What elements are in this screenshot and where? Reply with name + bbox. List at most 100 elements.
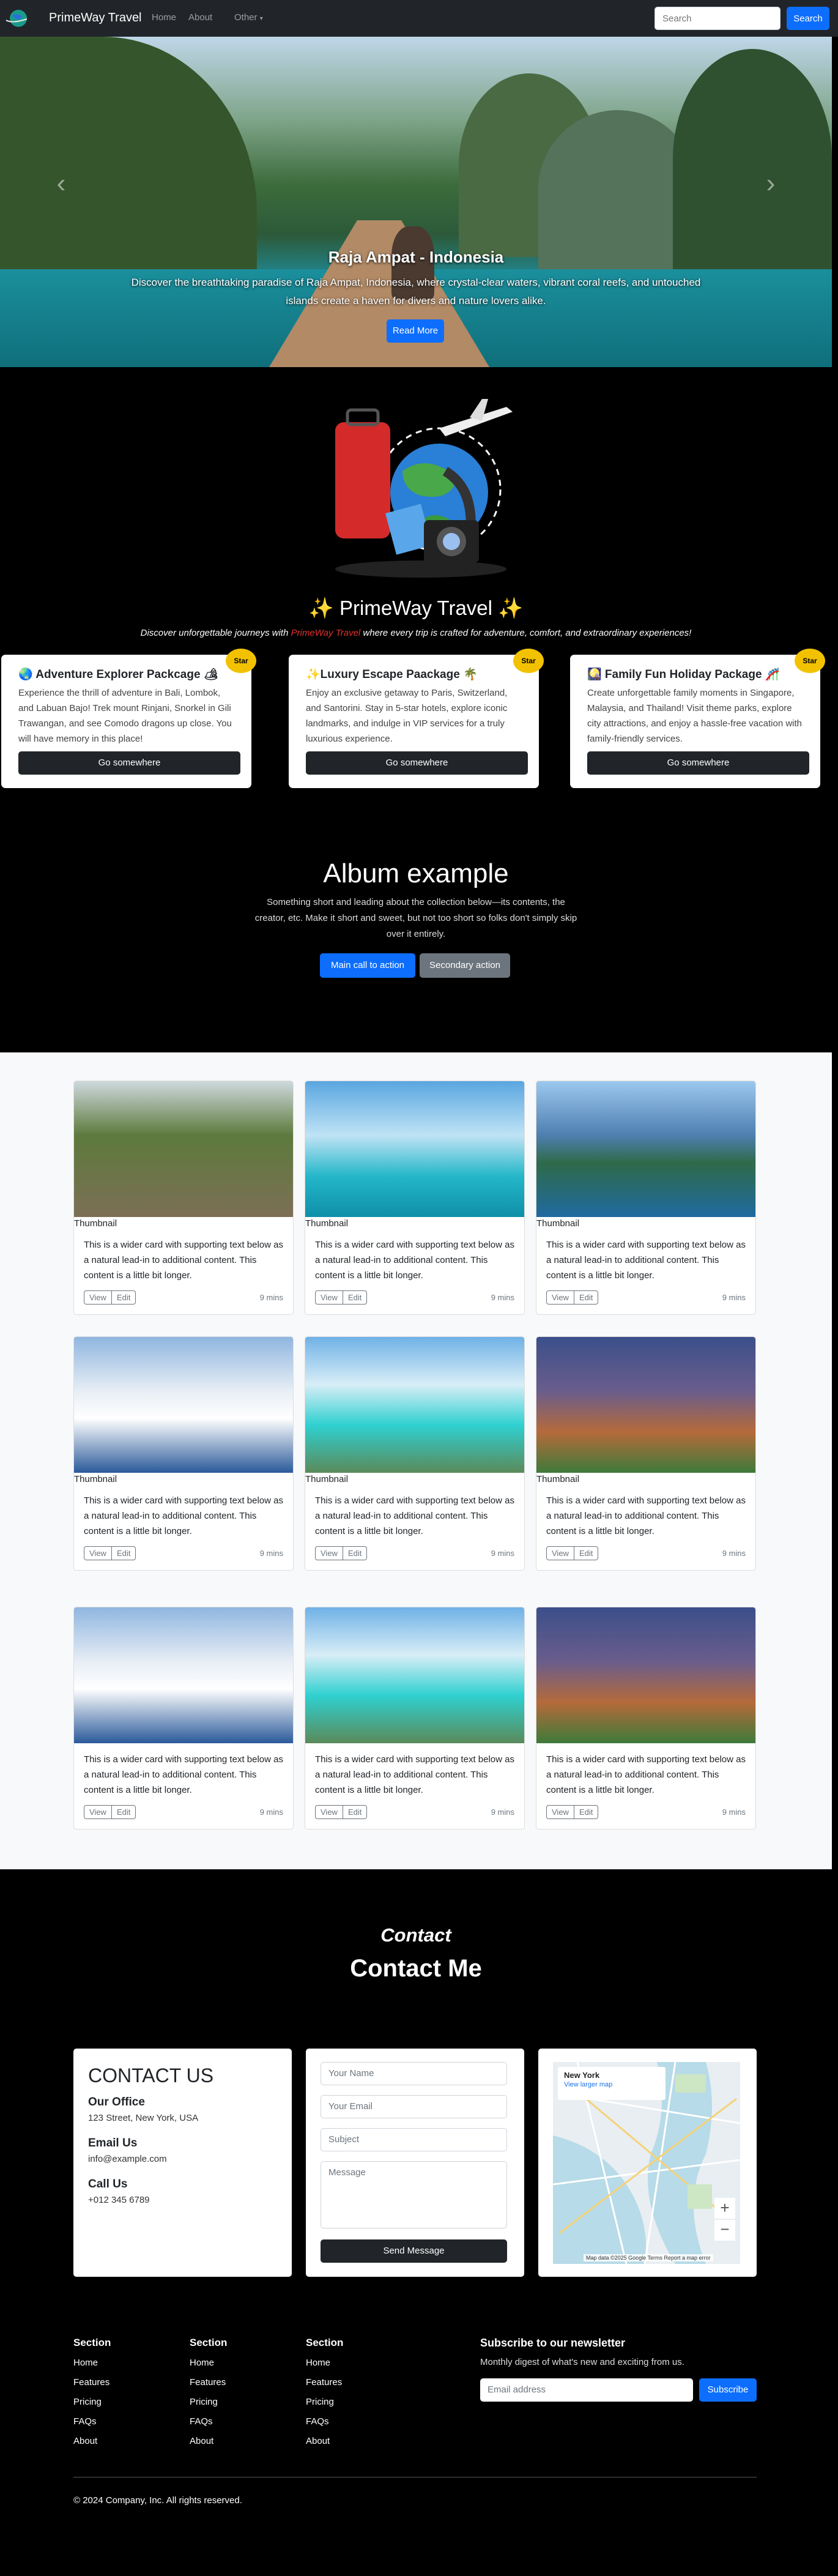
zoom-in-icon[interactable]: +: [714, 2198, 735, 2219]
map-embed[interactable]: New York View larger map + − Map data ©2…: [553, 2062, 740, 2264]
go-somewhere-button[interactable]: Go somewhere: [306, 751, 528, 775]
footer-link[interactable]: Pricing: [190, 2397, 218, 2407]
card-image: [305, 1337, 524, 1473]
view-button[interactable]: View: [546, 1805, 574, 1819]
package-card: Star 🌏 Adventure Explorer Packcage 🏕 Exp…: [1, 649, 256, 788]
album-card: This is a wider card with supporting tex…: [305, 1607, 525, 1830]
edit-button[interactable]: Edit: [111, 1805, 136, 1819]
album-card: Thumbnail This is a wider card with suppo…: [73, 1081, 294, 1315]
nav-home[interactable]: Home: [152, 12, 176, 23]
newsletter-text: Monthly digest of what's new and excitin…: [480, 2357, 684, 2367]
hero-carousel: ‹ › Raja Ampat - Indonesia Discover the …: [0, 37, 832, 367]
edit-button[interactable]: Edit: [111, 1546, 136, 1560]
globe-logo-icon[interactable]: [4, 8, 28, 29]
footer-link[interactable]: Home: [190, 2358, 214, 2368]
go-somewhere-button[interactable]: Go somewhere: [587, 751, 809, 775]
album-card: Thumbnail This is a wider card with suppo…: [536, 1336, 756, 1571]
subject-field[interactable]: Subject: [321, 2128, 507, 2151]
card-image: [74, 1337, 293, 1473]
nav-other-dropdown[interactable]: Other ▾: [234, 12, 263, 23]
edit-button[interactable]: Edit: [574, 1546, 599, 1560]
view-button[interactable]: View: [546, 1546, 574, 1560]
brand[interactable]: PrimeWay Travel: [49, 11, 142, 25]
star-badge: Star: [226, 649, 256, 673]
view-button[interactable]: View: [315, 1546, 343, 1560]
newsletter-email-input[interactable]: Email address: [480, 2378, 693, 2402]
view-button[interactable]: View: [315, 1805, 343, 1819]
edit-button[interactable]: Edit: [574, 1290, 599, 1305]
view-button[interactable]: View: [315, 1290, 343, 1305]
send-message-button[interactable]: Send Message: [321, 2239, 507, 2263]
contact-heading: CONTACT US: [88, 2064, 214, 2086]
thumbnail-label: Thumbnail: [74, 1474, 117, 1484]
card-text: This is a wider card with supporting tex…: [315, 1495, 514, 1536]
card-text: This is a wider card with supporting tex…: [546, 1495, 746, 1536]
footer-section-title: Section: [73, 2337, 111, 2348]
contact-title: Contact Me: [350, 1955, 482, 1982]
footer-link[interactable]: Pricing: [306, 2397, 334, 2407]
card-image: [305, 1081, 524, 1217]
main-cta-button[interactable]: Main call to action: [320, 953, 415, 978]
contact-kicker: Contact: [380, 1924, 451, 1946]
travel-illustration: [298, 385, 533, 580]
zoom-out-icon[interactable]: −: [714, 2220, 735, 2241]
package-text: Experience the thrill of adventure in Ba…: [18, 688, 232, 744]
map-credit: Map data ©2025 Google Terms Report a map…: [584, 2254, 713, 2261]
subscribe-button[interactable]: Subscribe: [699, 2378, 757, 2402]
go-somewhere-button[interactable]: Go somewhere: [18, 751, 240, 775]
package-text: Create unforgettable family moments in S…: [587, 688, 803, 744]
footer-link[interactable]: FAQs: [190, 2416, 213, 2427]
contact-info-box: CONTACT US Our Office 123 Street, New Yo…: [73, 2049, 292, 2277]
nav-about[interactable]: About: [188, 12, 212, 23]
card-image: [305, 1607, 524, 1743]
search-button[interactable]: Search: [787, 7, 829, 30]
chevron-down-icon: ▾: [259, 15, 263, 22]
card-text: This is a wider card with supporting tex…: [315, 1240, 514, 1281]
footer-link[interactable]: FAQs: [73, 2416, 97, 2427]
card-duration: 9 mins: [491, 1293, 514, 1302]
secondary-action-button[interactable]: Secondary action: [420, 953, 510, 978]
tagline-suffix: where every trip is crafted for adventur…: [360, 628, 692, 638]
carousel-prev-icon[interactable]: ‹: [49, 168, 73, 217]
email-field[interactable]: Your Email: [321, 2095, 507, 2118]
footer-link[interactable]: About: [73, 2436, 97, 2446]
view-button[interactable]: View: [84, 1805, 112, 1819]
footer-link[interactable]: Features: [306, 2377, 342, 2388]
office-label: Our Office: [88, 2096, 145, 2109]
card-text: This is a wider card with supporting tex…: [546, 1240, 746, 1281]
footer-link[interactable]: About: [306, 2436, 330, 2446]
edit-button[interactable]: Edit: [574, 1805, 599, 1819]
edit-button[interactable]: Edit: [111, 1290, 136, 1305]
star-badge: Star: [513, 649, 544, 673]
view-button[interactable]: View: [84, 1546, 112, 1560]
footer-link[interactable]: FAQs: [306, 2416, 329, 2427]
view-button[interactable]: View: [546, 1290, 574, 1305]
view-button[interactable]: View: [84, 1290, 112, 1305]
album-card: Thumbnail This is a wider card with suppo…: [536, 1081, 756, 1315]
edit-button[interactable]: Edit: [343, 1290, 368, 1305]
thumbnail-label: Thumbnail: [536, 1218, 580, 1229]
message-field[interactable]: Message: [321, 2161, 507, 2228]
map-city: New York: [564, 2071, 600, 2080]
footer-link[interactable]: Pricing: [73, 2397, 102, 2407]
carousel-next-icon[interactable]: ›: [758, 168, 783, 217]
card-duration: 9 mins: [259, 1549, 283, 1558]
map-larger-link[interactable]: View larger map: [564, 2081, 659, 2088]
email-label: Email Us: [88, 2137, 138, 2150]
footer-link[interactable]: Features: [73, 2377, 109, 2388]
card-duration: 9 mins: [722, 1293, 746, 1302]
footer-link[interactable]: Home: [306, 2358, 330, 2368]
footer-link[interactable]: About: [190, 2436, 213, 2446]
card-duration: 9 mins: [491, 1549, 514, 1558]
read-more-button[interactable]: Read More: [387, 319, 444, 343]
package-card: Star 🎑 Family Fun Holiday Package 🎢 Crea…: [570, 649, 825, 788]
edit-button[interactable]: Edit: [343, 1805, 368, 1819]
name-field[interactable]: Your Name: [321, 2062, 507, 2085]
footer-section-title: Section: [306, 2337, 344, 2348]
footer-link[interactable]: Home: [73, 2358, 98, 2368]
footer-link[interactable]: Features: [190, 2377, 226, 2388]
edit-button[interactable]: Edit: [343, 1546, 368, 1560]
search-input[interactable]: [654, 7, 781, 30]
navbar: PrimeWay Travel Home About Other ▾ Searc…: [0, 0, 838, 37]
card-image: [74, 1607, 293, 1743]
